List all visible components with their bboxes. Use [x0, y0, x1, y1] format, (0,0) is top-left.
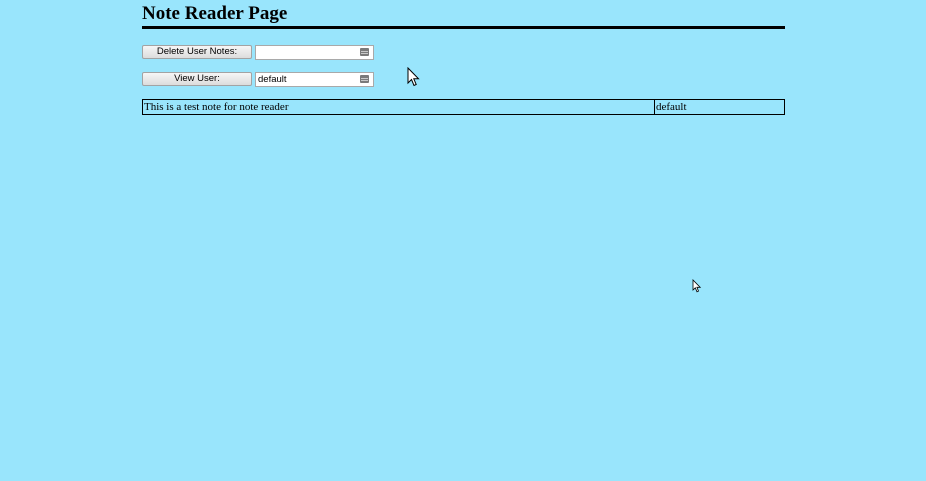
view-user-input-value: default	[258, 74, 287, 85]
title-underline	[142, 26, 785, 29]
page-title: Note Reader Page	[142, 3, 288, 24]
table-row: This is a test note for note reader defa…	[142, 99, 785, 115]
view-user-button[interactable]: View User:	[142, 72, 252, 86]
keyboard-icon[interactable]	[360, 48, 369, 56]
note-user-cell: default	[654, 99, 785, 115]
delete-user-notes-button[interactable]: Delete User Notes:	[142, 45, 252, 59]
note-text-cell: This is a test note for note reader	[142, 99, 655, 115]
view-user-input[interactable]: default	[255, 72, 374, 87]
note-reader-page: Note Reader Page Delete User Notes: View…	[0, 0, 926, 481]
keyboard-icon[interactable]	[360, 75, 369, 83]
notes-table: This is a test note for note reader defa…	[142, 99, 785, 115]
delete-user-input[interactable]	[255, 45, 374, 60]
mouse-pointer-icon	[692, 279, 702, 293]
mouse-pointer-icon	[407, 67, 420, 87]
